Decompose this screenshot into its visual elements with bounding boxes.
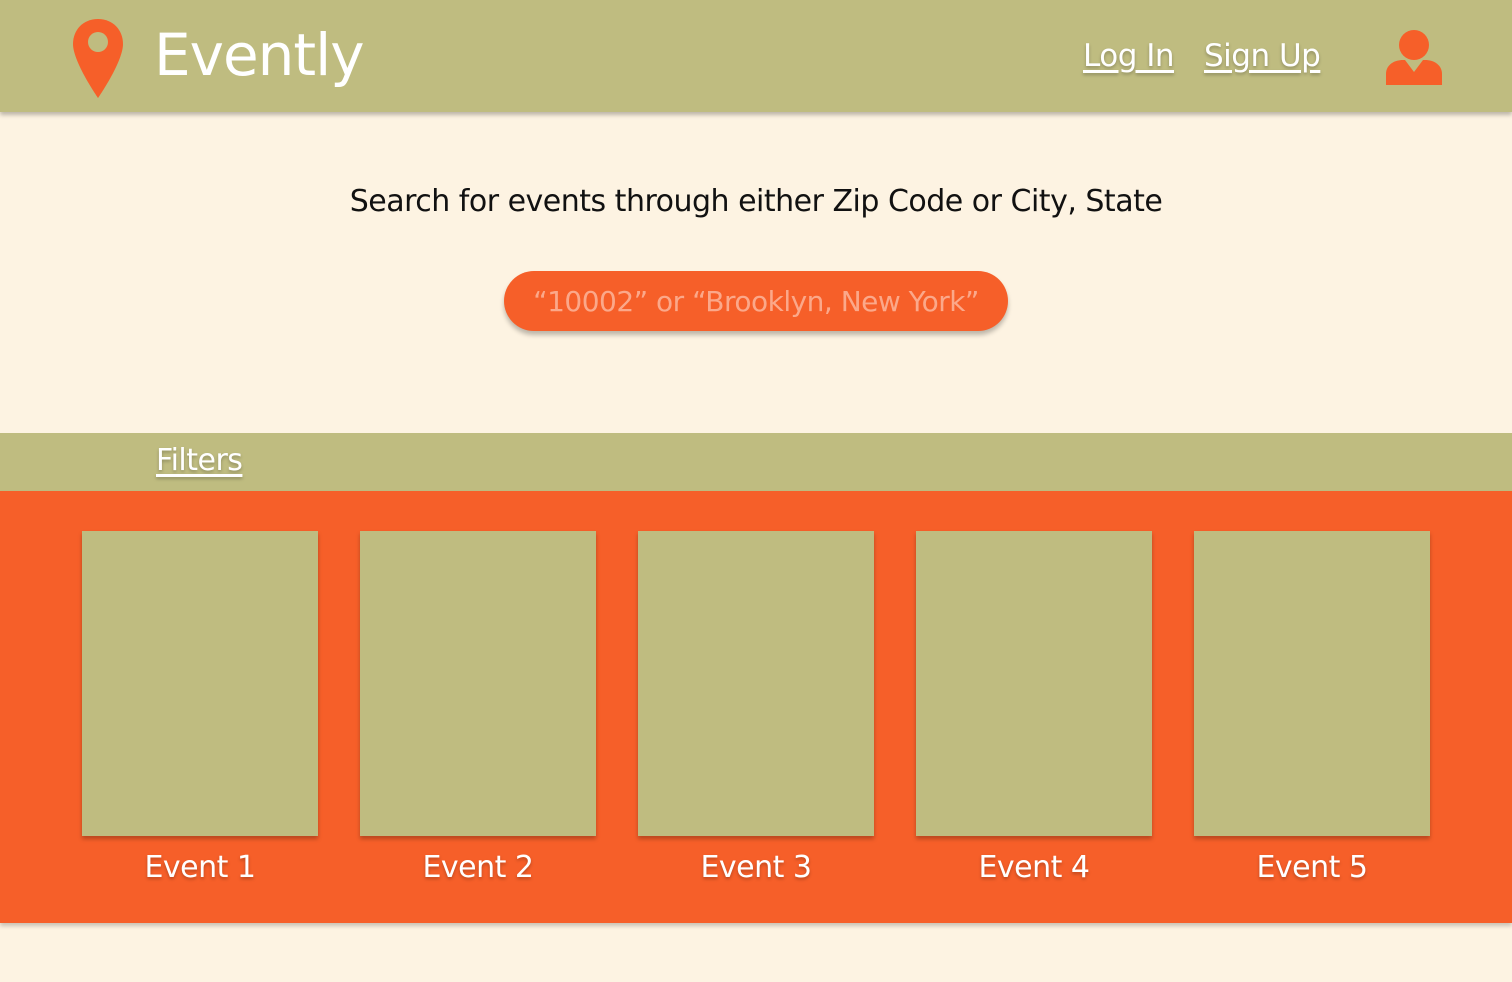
event-image[interactable] <box>916 531 1152 836</box>
events-section: Event 1 Event 2 Event 3 Event 4 Event 5 <box>0 491 1512 923</box>
search-input[interactable] <box>504 271 1008 331</box>
event-image[interactable] <box>638 531 874 836</box>
event-card[interactable]: Event 3 <box>638 531 874 888</box>
event-label[interactable]: Event 4 <box>916 848 1152 888</box>
event-label[interactable]: Event 2 <box>360 848 596 888</box>
top-header: Evently Log In Sign Up <box>0 0 1512 112</box>
event-card[interactable]: Event 2 <box>360 531 596 888</box>
brand-name[interactable]: Evently <box>154 20 365 90</box>
event-image[interactable] <box>360 531 596 836</box>
filters-bar: Filters <box>0 433 1512 491</box>
event-label[interactable]: Event 1 <box>82 848 318 888</box>
event-card[interactable]: Event 1 <box>82 531 318 888</box>
event-image[interactable] <box>82 531 318 836</box>
map-pin-icon[interactable] <box>71 18 125 100</box>
event-label[interactable]: Event 3 <box>638 848 874 888</box>
signup-link[interactable]: Sign Up <box>1204 36 1321 76</box>
event-card[interactable]: Event 4 <box>916 531 1152 888</box>
login-link[interactable]: Log In <box>1083 36 1175 76</box>
filters-link[interactable]: Filters <box>156 441 243 481</box>
event-image[interactable] <box>1194 531 1430 836</box>
event-label[interactable]: Event 5 <box>1194 848 1430 888</box>
event-card[interactable]: Event 5 <box>1194 531 1430 888</box>
search-prompt: Search for events through either Zip Cod… <box>349 184 1163 219</box>
user-icon[interactable] <box>1385 28 1443 86</box>
